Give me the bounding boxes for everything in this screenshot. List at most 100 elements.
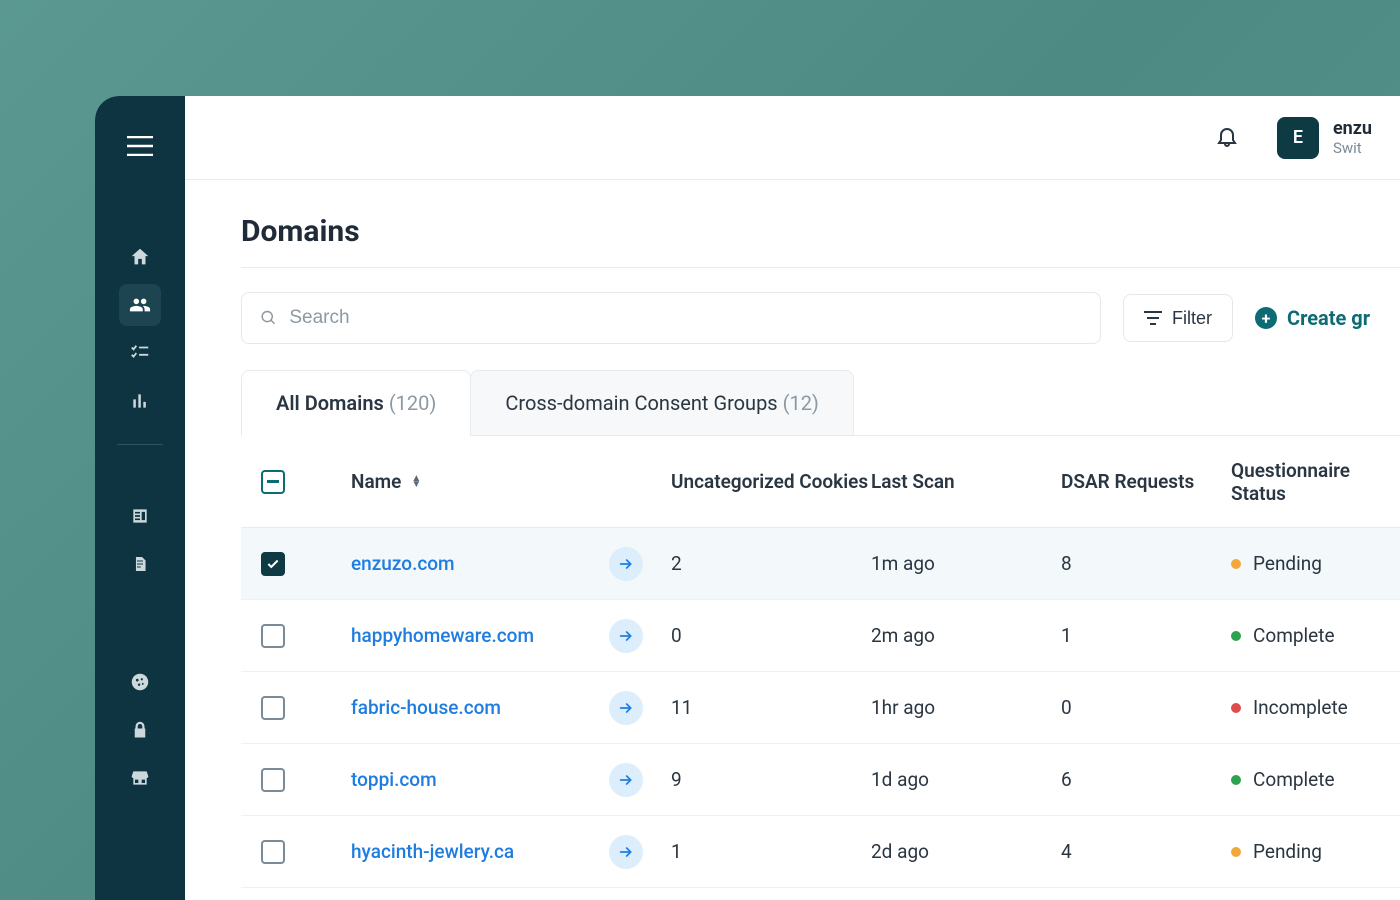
status-label: Complete <box>1253 624 1335 647</box>
status-dot-icon <box>1231 847 1241 857</box>
table-row: happyhomeware.com02m ago1Complete <box>241 600 1400 672</box>
nav-documents[interactable] <box>119 543 161 585</box>
row-checkbox[interactable] <box>261 696 285 720</box>
open-domain-button[interactable] <box>609 691 643 725</box>
status-dot-icon <box>1231 703 1241 713</box>
domain-link[interactable]: toppi.com <box>351 768 437 791</box>
dsar-value: 8 <box>1061 552 1231 575</box>
nav-home[interactable] <box>119 236 161 278</box>
table-row: fabric-house.com 111hr ago0Incomplete <box>241 672 1400 744</box>
last-scan-value: 2m ago <box>871 624 1061 647</box>
account-switcher[interactable]: E enzu Swit <box>1277 117 1372 159</box>
column-last-scan[interactable]: Last Scan <box>871 470 1061 493</box>
nav-domains[interactable] <box>119 284 161 326</box>
domain-link[interactable]: fabric-house.com <box>351 696 501 719</box>
filter-icon <box>1144 311 1162 325</box>
row-checkbox[interactable] <box>261 552 285 576</box>
tab-label: Cross-domain Consent Groups <box>505 391 777 415</box>
domains-table: Name ▲▼ Uncategorized Cookies Last Scan … <box>241 436 1400 888</box>
uncategorized-value: 0 <box>671 624 871 647</box>
nav-reports[interactable] <box>119 495 161 537</box>
toolbar: Filter + Create gr <box>241 292 1400 344</box>
account-switch-label: Swit <box>1333 139 1372 157</box>
status-dot-icon <box>1231 775 1241 785</box>
topbar: E enzu Swit <box>185 96 1400 180</box>
uncategorized-value: 9 <box>671 768 871 791</box>
status-badge: Complete <box>1231 624 1400 647</box>
row-checkbox[interactable] <box>261 768 285 792</box>
table-header: Name ▲▼ Uncategorized Cookies Last Scan … <box>241 436 1400 528</box>
notifications-button[interactable] <box>1215 123 1239 153</box>
domain-link[interactable]: hyacinth-jewlery.ca <box>351 840 514 863</box>
lock-icon <box>131 719 149 741</box>
news-icon <box>130 506 150 526</box>
page-title: Domains <box>241 214 1400 249</box>
sort-icon: ▲▼ <box>411 476 421 488</box>
last-scan-value: 1d ago <box>871 768 1061 791</box>
status-label: Complete <box>1253 768 1335 791</box>
column-name[interactable]: Name ▲▼ <box>351 470 671 493</box>
checklist-icon <box>129 342 151 364</box>
sidebar <box>95 96 185 900</box>
table-row: enzuzo.com 21m ago8 Pending <box>241 528 1400 600</box>
arrow-right-icon <box>618 772 634 788</box>
bell-icon <box>1215 123 1239 149</box>
last-scan-value: 1hr ago <box>871 696 1061 719</box>
home-icon <box>129 246 151 268</box>
status-badge: Complete <box>1231 768 1400 791</box>
store-icon <box>130 768 150 788</box>
table-row: toppi.com 91d ago6 Complete <box>241 744 1400 816</box>
open-domain-button[interactable] <box>609 835 643 869</box>
dsar-value: 6 <box>1061 768 1231 791</box>
status-badge: Incomplete <box>1231 696 1400 719</box>
column-uncategorized[interactable]: Uncategorized Cookies <box>671 470 871 493</box>
tab-all-domains[interactable]: All Domains (120) <box>241 370 471 435</box>
hamburger-icon <box>127 136 153 156</box>
uncategorized-value: 11 <box>671 696 871 719</box>
create-label: Create gr <box>1287 306 1370 330</box>
create-group-button[interactable]: + Create gr <box>1255 306 1370 330</box>
filter-button[interactable]: Filter <box>1123 294 1233 342</box>
arrow-right-icon <box>618 628 634 644</box>
people-icon <box>129 294 151 316</box>
open-domain-button[interactable] <box>609 547 643 581</box>
content-area: Domains Filter + Create gr All Dom <box>185 180 1400 900</box>
tabs: All Domains (120) Cross-domain Consent G… <box>241 370 1400 436</box>
search-input[interactable] <box>289 307 1082 329</box>
status-dot-icon <box>1231 559 1241 569</box>
plus-icon: + <box>1255 307 1277 329</box>
tab-consent-groups[interactable]: Cross-domain Consent Groups (12) <box>470 370 854 435</box>
domain-link[interactable]: enzuzo.com <box>351 552 455 575</box>
search-icon <box>260 309 277 327</box>
uncategorized-value: 1 <box>671 840 871 863</box>
status-label: Pending <box>1253 840 1322 863</box>
sidebar-divider <box>117 444 163 445</box>
row-checkbox[interactable] <box>261 840 285 864</box>
select-all-checkbox[interactable] <box>261 470 285 494</box>
status-label: Pending <box>1253 552 1322 575</box>
dsar-value: 0 <box>1061 696 1231 719</box>
row-checkbox[interactable] <box>261 624 285 648</box>
filter-label: Filter <box>1172 308 1212 329</box>
uncategorized-value: 2 <box>671 552 871 575</box>
main-content: E enzu Swit Domains Filter <box>185 96 1400 900</box>
bar-chart-icon <box>130 391 150 411</box>
menu-toggle-button[interactable] <box>127 136 153 156</box>
nav-analytics[interactable] <box>119 380 161 422</box>
search-box[interactable] <box>241 292 1101 344</box>
tab-count: (12) <box>783 391 819 415</box>
open-domain-button[interactable] <box>609 619 643 653</box>
open-domain-button[interactable] <box>609 763 643 797</box>
nav-tasks[interactable] <box>119 332 161 374</box>
arrow-right-icon <box>618 556 634 572</box>
column-dsar[interactable]: DSAR Requests <box>1061 470 1231 493</box>
last-scan-value: 1m ago <box>871 552 1061 575</box>
cookie-icon <box>129 671 151 693</box>
nav-store[interactable] <box>119 757 161 799</box>
nav-privacy[interactable] <box>119 709 161 751</box>
nav-cookies[interactable] <box>119 661 161 703</box>
column-questionnaire[interactable]: Questionnaire Status <box>1231 459 1400 505</box>
status-dot-icon <box>1231 631 1241 641</box>
domain-link[interactable]: happyhomeware.com <box>351 624 534 647</box>
app-window: E enzu Swit Domains Filter <box>95 96 1400 900</box>
